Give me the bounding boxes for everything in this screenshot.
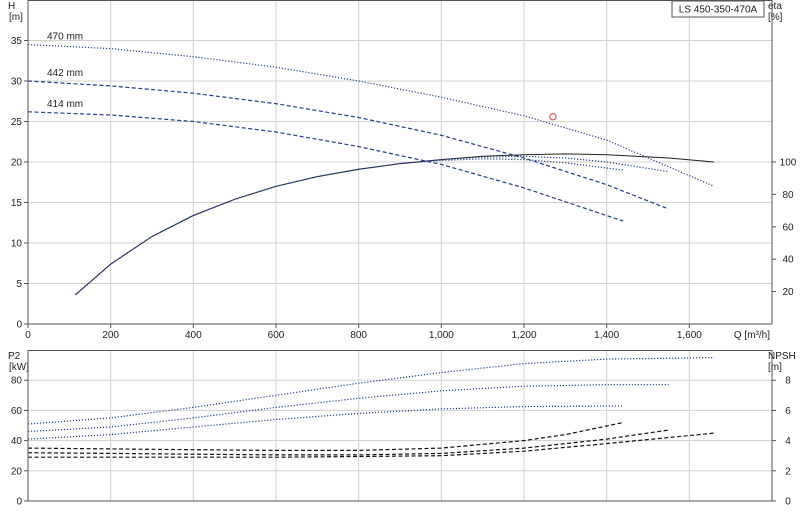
panel1-left-tick-label: 5 xyxy=(16,279,22,290)
panel2-right-axis-title: NPSH xyxy=(768,351,796,362)
panel1-left-axis-title: H xyxy=(8,1,15,12)
panel1-curve-label-2: 414 mm xyxy=(47,99,83,110)
panel2-left-tick-label: 20 xyxy=(11,466,23,477)
panel1-left-tick-label: 25 xyxy=(11,117,23,128)
panel1-curve-label-1: 442 mm xyxy=(47,68,83,79)
panel1-left-tick-label: 20 xyxy=(11,158,23,169)
panel1-left-tick-label: 15 xyxy=(11,198,23,209)
panel2-right-tick-label: 0 xyxy=(785,497,791,508)
panel1-left-tick-label: 10 xyxy=(11,239,23,250)
pump-performance-chart: 0 5 10 15 20 25 30 35 20 40 60 80 100 H [m] eta [%] 470 m… xyxy=(0,0,800,520)
panel1-left-tick-label: 35 xyxy=(11,36,23,47)
panel1-curve-4 xyxy=(75,155,669,296)
panel2-left-tick-label: 40 xyxy=(11,436,23,447)
x-axis-title: Q [m³/h] xyxy=(734,330,770,341)
x-tick-label: 600 xyxy=(268,330,285,341)
panel2-curve-0 xyxy=(27,357,715,425)
panel1-right-tick-label: 60 xyxy=(782,222,794,233)
x-tick-label: 0 xyxy=(25,330,31,341)
panel2-right-tick-label: 4 xyxy=(785,436,791,447)
panel1-left-axis-unit: [m] xyxy=(9,12,23,23)
panel1-curve-0 xyxy=(27,44,715,187)
panel2-left-axis-unit: [kW] xyxy=(9,362,29,373)
x-tick-label: 400 xyxy=(185,330,202,341)
panel2-left-tick-label: 0 xyxy=(16,497,22,508)
panel2-curve-5 xyxy=(28,432,715,458)
panel1-left-tick-label: 30 xyxy=(11,77,23,88)
panel2-left-tick-label: 80 xyxy=(11,376,23,387)
x-tick-label: 1,200 xyxy=(511,330,536,341)
panel2-curve-3 xyxy=(27,421,624,451)
panel2-right-tick-label: 2 xyxy=(785,466,791,477)
panel1-right-tick-label: 40 xyxy=(782,255,794,266)
panel1-curve-5 xyxy=(75,158,624,296)
panel2-left-tick-label: 60 xyxy=(11,406,23,417)
panel1-curve-3 xyxy=(75,153,715,296)
x-tick-label: 1,000 xyxy=(429,330,454,341)
panel2-right-tick-label: 6 xyxy=(785,406,791,417)
panel2-right-tick-label: 8 xyxy=(785,376,791,387)
x-tick-label: 800 xyxy=(350,330,367,341)
panel1-curve-2 xyxy=(27,111,624,222)
x-tick-label: 1,400 xyxy=(594,330,619,341)
panel2-curve-1 xyxy=(27,384,669,433)
panel2-right-axis-unit: [m] xyxy=(768,362,782,373)
panel1-left-tick-label: 0 xyxy=(16,320,22,331)
panel2-frame xyxy=(27,350,773,502)
model-label: LS 450-350-470A xyxy=(679,5,758,16)
chart-canvas: 0510152025303520406080100H[m]eta[%]470 m… xyxy=(8,0,797,508)
operating-point-marker xyxy=(549,112,557,121)
panel1-curve-label-0: 470 mm xyxy=(47,32,83,43)
x-tick-label: 1,600 xyxy=(677,330,702,341)
panel1-right-tick-label: 100 xyxy=(780,158,797,169)
panel2-left-axis-title: P2 xyxy=(8,351,21,362)
x-tick-label: 200 xyxy=(102,330,119,341)
panel1-right-tick-label: 80 xyxy=(782,190,794,201)
panel1-right-axis-unit: [%] xyxy=(768,12,783,23)
panel1-right-tick-label: 20 xyxy=(782,287,794,298)
panel1-right-axis-title: eta xyxy=(768,1,782,12)
